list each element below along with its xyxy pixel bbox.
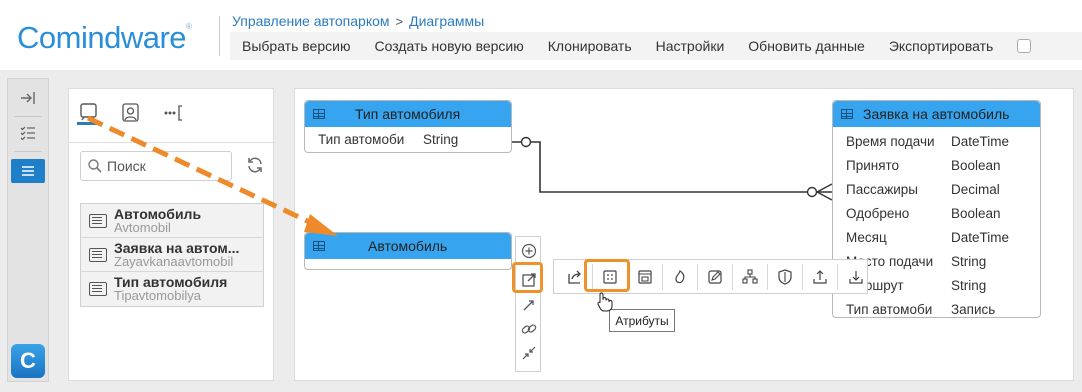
breadcrumb: Управление автопарком > Диаграммы: [232, 13, 484, 29]
upload-icon[interactable]: [803, 263, 838, 290]
left-navigation: C: [7, 78, 49, 382]
role-tab-icon[interactable]: [119, 101, 143, 125]
list-item[interactable]: Тип автомобиля Tipavtomobilya: [81, 272, 263, 306]
attribute-row[interactable]: Пассажиры Decimal: [833, 177, 1040, 201]
nav-divider: [14, 151, 42, 152]
attribute-row[interactable]: Принято Boolean: [833, 153, 1040, 177]
entity-title: Тип автомобиля: [355, 106, 461, 122]
breadcrumb-current[interactable]: Диаграммы: [409, 13, 484, 29]
attribute-name: Одобрено: [846, 205, 910, 221]
export-button[interactable]: Экспортировать: [877, 38, 1005, 54]
attribute-type: Decimal: [951, 181, 1000, 197]
nav-divider: [14, 116, 42, 117]
entity-title: Заявка на автомобиль: [863, 106, 1010, 122]
create-version-button[interactable]: Создать новую версию: [362, 38, 535, 54]
attribute-name: Принято: [846, 157, 900, 173]
arrow-connector-icon[interactable]: [519, 295, 539, 315]
attribute-row[interactable]: Тип автомоби Запись: [833, 297, 1040, 321]
search-field[interactable]: [80, 151, 232, 181]
hierarchy-icon[interactable]: [733, 263, 768, 290]
collapse-icon[interactable]: [519, 343, 539, 363]
entity-title: Автомобиль: [368, 238, 448, 254]
attributes-tooltip: Атрибуты: [609, 309, 675, 332]
checklist-icon[interactable]: [11, 121, 45, 145]
attribute-type: Boolean: [951, 205, 1001, 221]
table-icon: [841, 109, 853, 119]
app-header: Comindware® Управление автопарком > Диаг…: [0, 0, 1082, 70]
entity-car-type[interactable]: Тип автомобиля Тип автомоби String: [304, 100, 512, 153]
object-alias: Zayavkanaavtomobil: [114, 253, 234, 269]
select-version-button[interactable]: Выбрать версию: [230, 38, 362, 54]
highlight-attributes: [584, 259, 630, 292]
list-icon: [89, 282, 107, 296]
more-tabs-icon[interactable]: [163, 101, 189, 125]
object-list: Автомобиль Avtomobil Заявка на автом... Za…: [80, 203, 264, 307]
form-icon[interactable]: [628, 263, 663, 290]
comindware-logo[interactable]: Comindware®: [17, 20, 192, 56]
list-icon: [89, 247, 107, 262]
attribute-row[interactable]: Тип автомоби String: [305, 127, 511, 151]
element-side-toolbar: [515, 236, 541, 372]
entity-car[interactable]: Автомобиль: [304, 232, 512, 270]
entity-header[interactable]: Тип автомобиля: [305, 101, 511, 127]
attribute-name: Тип автомоби: [318, 131, 405, 147]
list-icon[interactable]: [11, 159, 45, 183]
refresh-icon[interactable]: [245, 155, 265, 175]
search-input[interactable]: [107, 158, 227, 174]
list-icon: [89, 213, 107, 228]
add-icon[interactable]: [519, 241, 539, 261]
attribute-type: Boolean: [951, 157, 1001, 173]
attribute-name: Тип автомоби: [846, 301, 933, 317]
attribute-name: Пассажиры: [846, 181, 919, 197]
panel-divider: [69, 142, 275, 143]
list-item[interactable]: Заявка на автом... Zayavkanaavtomobil: [81, 238, 263, 272]
attribute-row[interactable]: Одобрено Boolean: [833, 201, 1040, 225]
link-icon[interactable]: [519, 319, 539, 339]
entity-header[interactable]: Заявка на автомобиль: [833, 101, 1040, 127]
attribute-name: Месяц: [846, 229, 887, 245]
template-tab-icon[interactable]: [77, 101, 101, 125]
attribute-type: Запись: [951, 301, 996, 317]
object-title: Тип автомобиля: [114, 275, 228, 290]
objects-panel-tabs: [69, 89, 275, 141]
attribute-row[interactable]: Месяц DateTime: [833, 225, 1040, 249]
attribute-type: String: [951, 253, 987, 269]
attribute-type: String: [423, 131, 459, 147]
highlight-open-actions: [512, 262, 543, 293]
attribute-type: DateTime: [951, 229, 1010, 245]
object-title: Автомобиль: [114, 206, 202, 222]
expand-panel-icon[interactable]: [11, 86, 45, 110]
edit-icon[interactable]: [698, 263, 733, 290]
settings-button[interactable]: Настройки: [644, 38, 737, 54]
breadcrumb-separator: >: [395, 13, 404, 29]
objects-panel: АвтомобильAvtomobil Заявка на автом...Za…: [68, 88, 275, 381]
process-icon[interactable]: [663, 263, 698, 290]
attribute-row[interactable]: Время подачи DateTime: [833, 129, 1040, 153]
header-divider: [219, 16, 220, 56]
object-title: Заявка на автом...: [114, 240, 240, 256]
clone-button[interactable]: Клонировать: [536, 38, 644, 54]
breadcrumb-parent-link[interactable]: Управление автопарком: [232, 13, 390, 29]
attribute-type: DateTime: [951, 133, 1010, 149]
list-item[interactable]: Автомобиль Avtomobil: [81, 204, 263, 238]
search-icon: [88, 159, 102, 173]
object-alias: Avtomobil: [114, 219, 171, 235]
attribute-type: String: [951, 277, 987, 293]
entity-header[interactable]: Автомобиль: [305, 233, 511, 259]
refresh-data-button[interactable]: Обновить данные: [736, 38, 877, 54]
toolbar: Выбрать версию Создать новую версию Клон…: [230, 32, 1082, 60]
app-logo-icon[interactable]: C: [11, 344, 45, 378]
download-icon[interactable]: [838, 264, 873, 290]
security-shield-icon[interactable]: [768, 263, 803, 290]
table-icon: [313, 109, 325, 119]
object-alias: Tipavtomobilya: [114, 288, 201, 303]
table-icon: [313, 241, 325, 251]
attribute-name: Время подачи: [846, 133, 935, 149]
toolbar-checkbox[interactable]: [1017, 39, 1032, 53]
